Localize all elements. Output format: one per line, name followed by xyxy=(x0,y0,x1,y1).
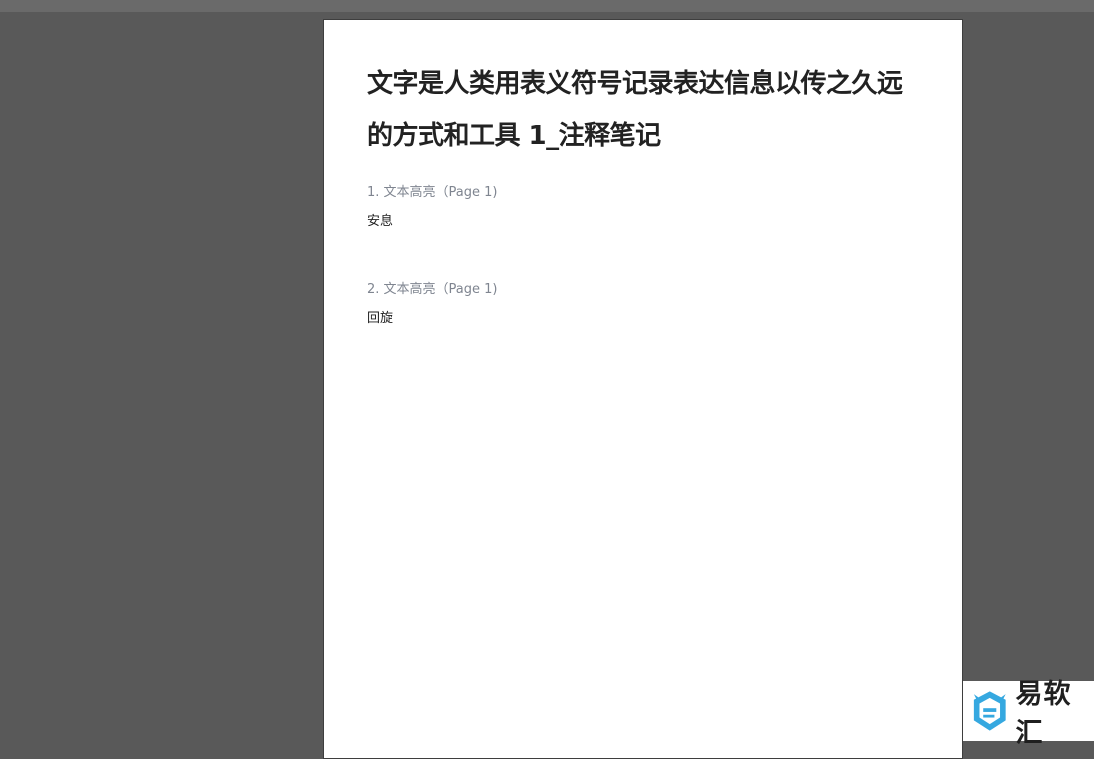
document-page: 文字是人类用表义符号记录表达信息以传之久远的方式和工具 1_注释笔记 1. 文本… xyxy=(323,19,963,759)
document-title: 文字是人类用表义符号记录表达信息以传之久远的方式和工具 1_注释笔记 xyxy=(367,69,903,151)
watermark: 易软汇 xyxy=(963,679,1094,749)
note-text: 安息 xyxy=(367,214,394,229)
note-header: 2. 文本高亮（Page 1) xyxy=(367,282,498,297)
viewer-toolbar-strip xyxy=(0,0,1094,12)
brand-name: 易软汇 xyxy=(1015,679,1072,749)
brand-logo-icon xyxy=(973,691,1006,731)
note-header: 1. 文本高亮（Page 1) xyxy=(367,185,498,200)
note-text: 回旋 xyxy=(367,311,394,326)
